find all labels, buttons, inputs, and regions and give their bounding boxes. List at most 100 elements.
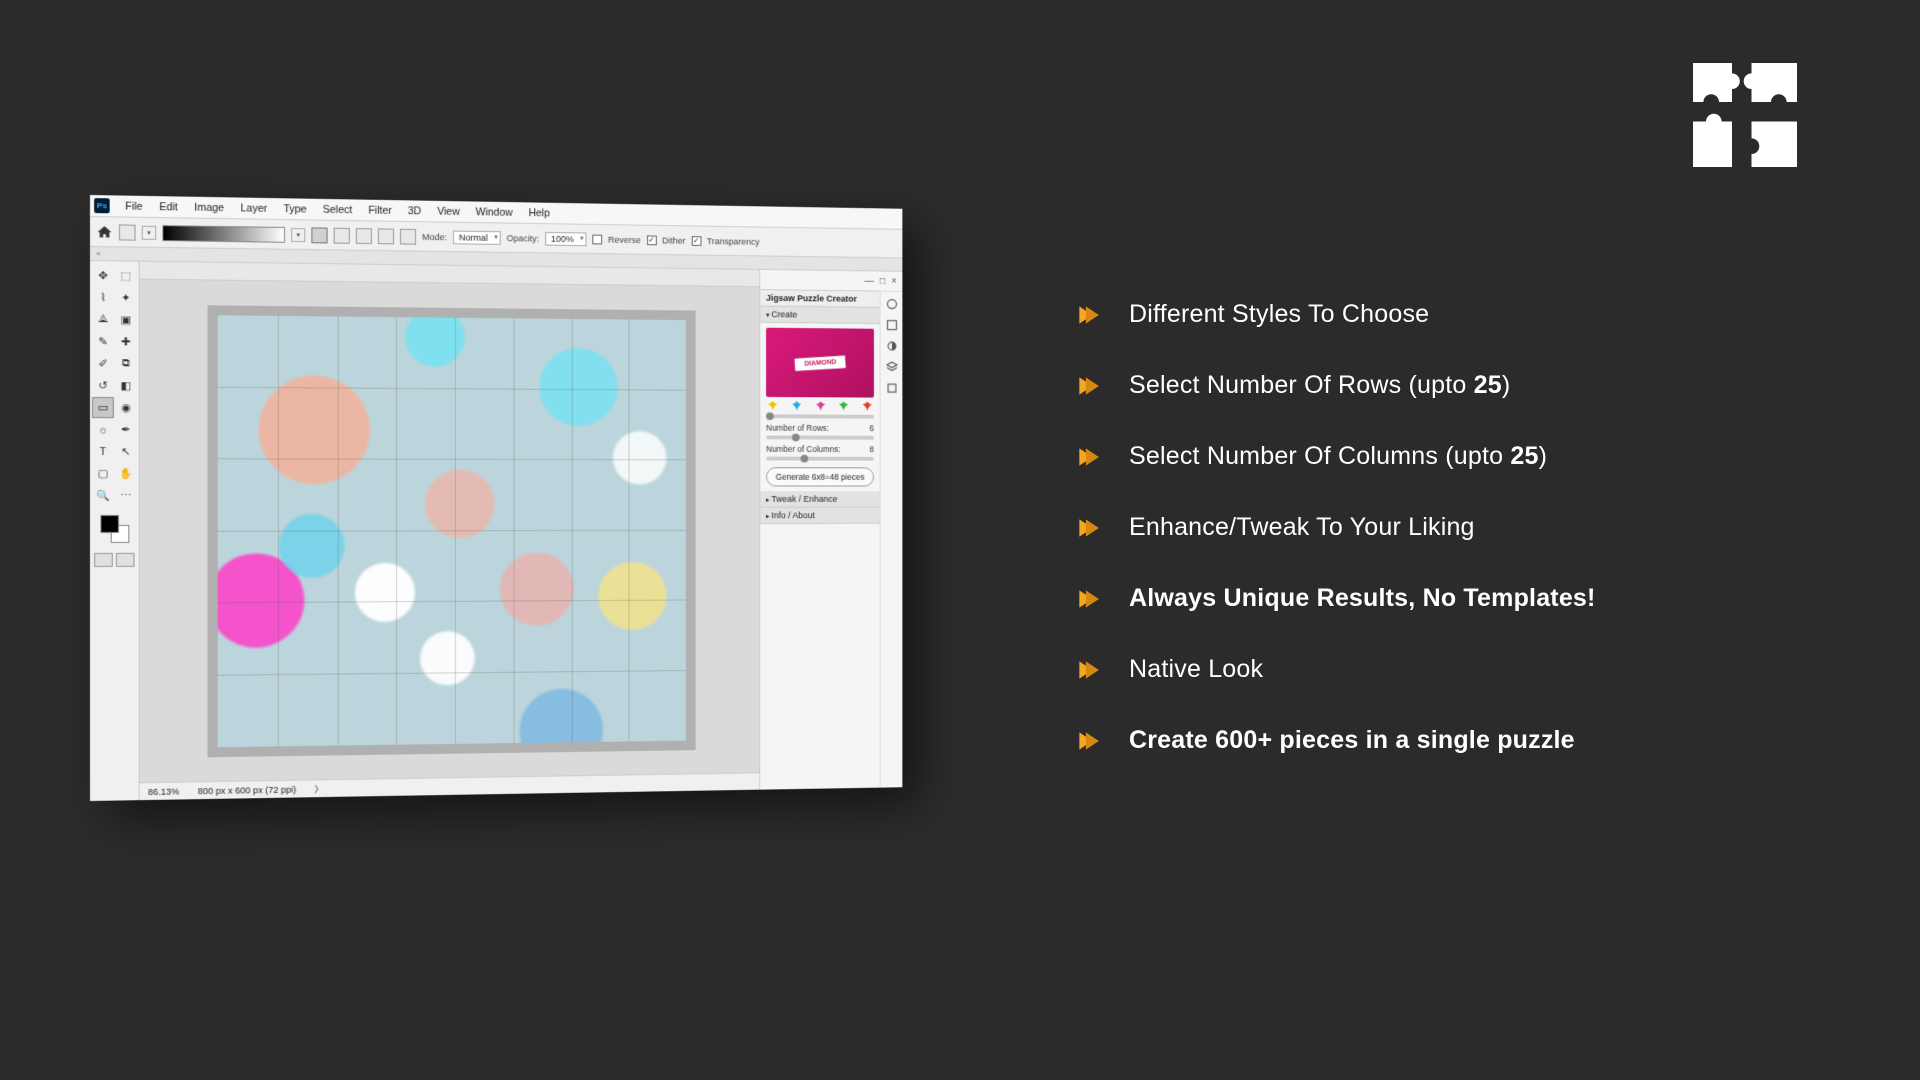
menu-help[interactable]: Help xyxy=(522,207,557,219)
stamp-tool[interactable]: ⧉ xyxy=(115,353,137,374)
zoom-level[interactable]: 86.13% xyxy=(148,786,179,796)
style-thumb-icon[interactable] xyxy=(792,401,802,411)
feature-text: Select Number Of Rows (upto 25) xyxy=(1129,371,1510,400)
dropdown-icon[interactable]: ▾ xyxy=(142,225,156,239)
dither-checkbox[interactable]: ✓ xyxy=(647,235,657,245)
menu-layer[interactable]: Layer xyxy=(233,202,274,215)
type-tool[interactable]: T xyxy=(92,441,114,462)
healing-tool[interactable]: ✚ xyxy=(115,331,137,352)
menu-file[interactable]: File xyxy=(118,200,150,212)
arrow-icon xyxy=(1075,373,1101,399)
rows-slider[interactable] xyxy=(766,435,874,439)
screen-mode-button[interactable] xyxy=(116,553,135,567)
gradient-tool[interactable]: ▭ xyxy=(92,397,114,418)
toolbox: ✥⬚ ⌇✦ ⟁▣ ✎✚ ✐⧉ ↺◧ ▭◉ ☼✒ T↖ ▢✋ 🔍⋯ xyxy=(90,261,140,801)
status-caret[interactable]: 〉 xyxy=(315,782,324,795)
create-section-header[interactable]: Create xyxy=(760,306,879,324)
feature-text: Enhance/Tweak To Your Liking xyxy=(1129,513,1475,542)
move-tool[interactable]: ✥ xyxy=(92,265,114,286)
menu-select[interactable]: Select xyxy=(316,203,360,216)
adjustments-icon[interactable] xyxy=(885,339,898,352)
maximize-button[interactable]: □ xyxy=(880,276,886,287)
dodge-tool[interactable]: ☼ xyxy=(92,419,114,440)
channels-icon[interactable] xyxy=(885,381,898,394)
mode-select[interactable]: Normal xyxy=(453,230,501,244)
style-thumb-icon[interactable] xyxy=(815,401,825,411)
brush-tool[interactable]: ✐ xyxy=(92,353,114,374)
generate-button[interactable]: Generate 6x8=48 pieces xyxy=(766,467,874,486)
foreground-swatch[interactable] xyxy=(100,515,119,533)
mode-label: Mode: xyxy=(422,232,447,242)
menu-view[interactable]: View xyxy=(430,205,466,217)
opacity-label: Opacity: xyxy=(507,233,540,243)
feature-text: Select Number Of Columns (upto 25) xyxy=(1129,442,1547,471)
style-name: DIAMOND xyxy=(794,355,846,371)
transparency-label: Transparency xyxy=(707,236,760,246)
feature-text: Create 600+ pieces in a single puzzle xyxy=(1129,726,1575,755)
plugin-panel-title: Jigsaw Puzzle Creator xyxy=(760,289,879,308)
feature-text: Native Look xyxy=(1129,655,1263,684)
style-scroll-slider[interactable] xyxy=(766,414,874,418)
crop-tool[interactable]: ⟁ xyxy=(92,309,114,330)
app-logo: Ps xyxy=(94,198,110,213)
eraser-tool[interactable]: ◧ xyxy=(115,375,137,396)
shape-tool[interactable]: ▢ xyxy=(92,463,114,484)
feature-item: Create 600+ pieces in a single puzzle xyxy=(1075,726,1596,755)
info-section-header[interactable]: Info / About xyxy=(760,508,879,524)
frame-tool[interactable]: ▣ xyxy=(115,309,137,330)
gradient-preview[interactable] xyxy=(162,225,285,243)
path-select-tool[interactable]: ↖ xyxy=(115,441,137,462)
marquee-tool[interactable]: ⬚ xyxy=(115,265,137,286)
eyedropper-tool[interactable]: ✎ xyxy=(92,331,114,352)
style-thumb-icon[interactable] xyxy=(839,401,849,411)
gradient-linear-button[interactable] xyxy=(311,227,327,243)
swatches-icon[interactable] xyxy=(885,318,898,332)
style-thumb-icon[interactable] xyxy=(768,401,778,411)
close-button[interactable]: × xyxy=(891,276,897,287)
menu-filter[interactable]: Filter xyxy=(361,204,399,216)
zoom-tool[interactable]: 🔍 xyxy=(92,485,114,506)
gradient-reflected-button[interactable] xyxy=(378,228,394,244)
canvas[interactable] xyxy=(208,305,696,757)
layers-icon[interactable] xyxy=(885,360,898,373)
document-window-controls: — □ × xyxy=(760,270,902,291)
history-brush-tool[interactable]: ↺ xyxy=(92,375,114,396)
tool-preset-button[interactable] xyxy=(119,224,136,240)
color-swatches[interactable] xyxy=(100,515,129,543)
blur-tool[interactable]: ◉ xyxy=(115,397,137,418)
menu-edit[interactable]: Edit xyxy=(152,201,185,213)
photoshop-window: Ps File Edit Image Layer Type Select Fil… xyxy=(90,195,902,801)
dither-label: Dither xyxy=(662,235,685,245)
dropdown-icon[interactable]: ▾ xyxy=(291,228,305,242)
pen-tool[interactable]: ✒ xyxy=(115,419,137,440)
feature-text: Always Unique Results, No Templates! xyxy=(1129,584,1596,613)
reverse-checkbox[interactable] xyxy=(592,234,602,244)
menu-image[interactable]: Image xyxy=(187,201,231,214)
style-preview[interactable]: DIAMOND xyxy=(766,328,874,398)
gradient-angle-button[interactable] xyxy=(356,228,372,244)
arrow-icon xyxy=(1075,302,1101,328)
cols-slider[interactable] xyxy=(766,457,874,461)
gradient-radial-button[interactable] xyxy=(334,227,350,243)
feature-item: Always Unique Results, No Templates! xyxy=(1075,584,1596,613)
home-icon[interactable] xyxy=(96,224,113,240)
menu-3d[interactable]: 3D xyxy=(401,205,428,217)
gradient-diamond-button[interactable] xyxy=(400,228,416,244)
style-thumb-icon[interactable] xyxy=(863,401,872,411)
arrow-icon xyxy=(1075,444,1101,470)
opacity-select[interactable]: 100% xyxy=(545,231,586,245)
hand-tool[interactable]: ✋ xyxy=(115,463,137,484)
arrow-icon xyxy=(1075,586,1101,612)
magic-wand-tool[interactable]: ✦ xyxy=(115,287,137,308)
lasso-tool[interactable]: ⌇ xyxy=(92,287,114,308)
menu-window[interactable]: Window xyxy=(469,206,520,219)
color-icon[interactable] xyxy=(885,297,898,311)
quick-mask-button[interactable] xyxy=(94,553,113,567)
minimize-button[interactable]: — xyxy=(865,276,874,287)
arrow-icon xyxy=(1075,728,1101,754)
transparency-checkbox[interactable]: ✓ xyxy=(691,236,701,246)
menu-type[interactable]: Type xyxy=(276,203,313,215)
more-tools[interactable]: ⋯ xyxy=(115,485,137,506)
feature-item: Select Number Of Columns (upto 25) xyxy=(1075,442,1596,471)
tweak-section-header[interactable]: Tweak / Enhance xyxy=(760,491,879,507)
